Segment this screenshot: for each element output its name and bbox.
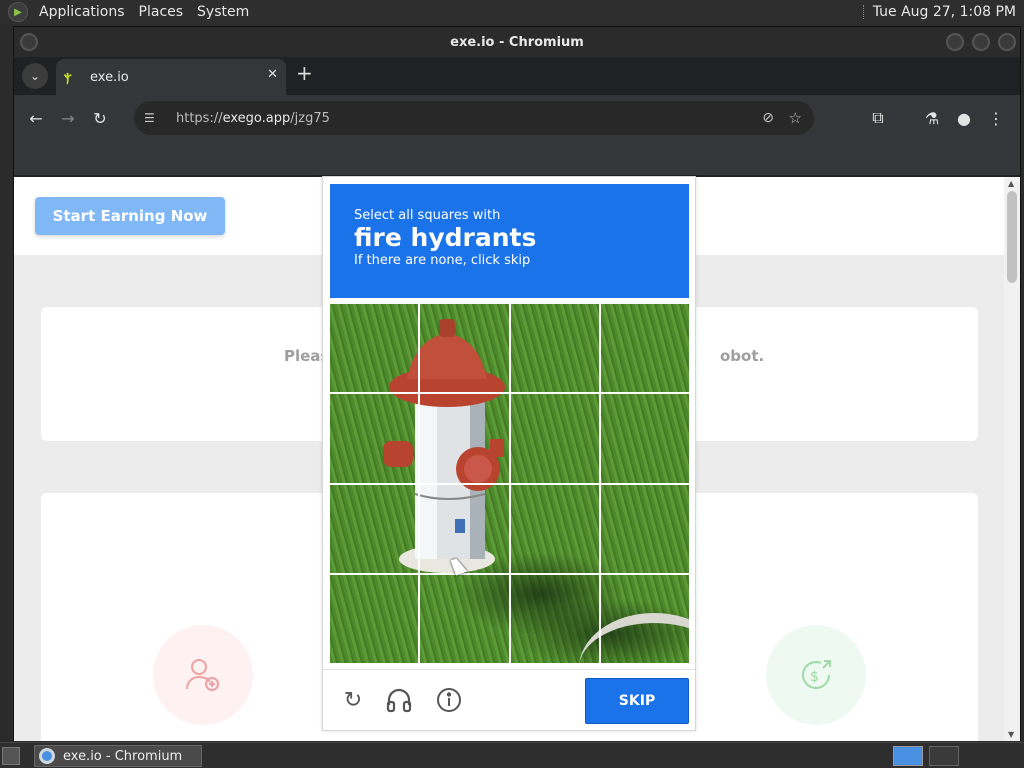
captcha-instruction: Select all squares with bbox=[354, 208, 501, 223]
scroll-down-icon[interactable]: ▼ bbox=[1008, 730, 1014, 739]
maximize-button[interactable] bbox=[972, 33, 990, 51]
tab-title: exe.io bbox=[90, 69, 129, 85]
site-info-icon[interactable]: ☰ bbox=[144, 111, 168, 125]
taskbar-item-chromium[interactable]: exe.io - Chromium bbox=[34, 745, 202, 767]
taskbar-item-label: exe.io - Chromium bbox=[63, 748, 183, 764]
captcha-footer: ↻ SKIP bbox=[323, 669, 695, 731]
grid-tile-4-1[interactable] bbox=[330, 573, 420, 663]
grid-tile-4-3[interactable] bbox=[509, 573, 600, 663]
grid-tile-3-2[interactable] bbox=[419, 483, 510, 574]
scroll-up-icon[interactable]: ▲ bbox=[1008, 179, 1014, 188]
workspace-2[interactable] bbox=[929, 746, 959, 766]
new-tab-button[interactable]: + bbox=[296, 61, 313, 85]
bottom-taskbar: exe.io - Chromium bbox=[0, 742, 1024, 768]
distro-logo-icon[interactable]: ▶ bbox=[8, 2, 28, 22]
grid-tile-3-3[interactable] bbox=[509, 483, 600, 574]
applications-menu[interactable]: Applications bbox=[32, 4, 132, 20]
tab-exe-io[interactable]: ⲯ exe.io ✕ bbox=[56, 59, 286, 95]
clock[interactable]: Tue Aug 27, 1:08 PM bbox=[873, 4, 1016, 20]
forward-button[interactable]: → bbox=[52, 102, 84, 134]
toolbar-right-icons: ⧉ ⚗ ● ⋮ bbox=[862, 102, 1012, 134]
profile-avatar-icon[interactable]: ● bbox=[948, 102, 980, 134]
url-path: /jzg75 bbox=[290, 110, 330, 126]
window-titlebar[interactable]: exe.io - Chromium bbox=[14, 27, 1020, 57]
notice-text-right: obot. bbox=[720, 347, 765, 365]
info-icon[interactable] bbox=[435, 686, 463, 714]
grid-tile-3-1[interactable] bbox=[330, 483, 420, 574]
close-window-button[interactable] bbox=[998, 33, 1016, 51]
window-menu-icon[interactable] bbox=[20, 33, 38, 51]
grid-tile-2-2[interactable] bbox=[419, 393, 510, 484]
browser-toolbar: ← → ↻ ☰ https://exego.app/jzg75 ⊘ ☆ ⧉ ⚗ … bbox=[14, 95, 1020, 141]
grid-tile-2-3[interactable] bbox=[509, 393, 600, 484]
system-menu[interactable]: System bbox=[190, 4, 256, 20]
panel-separator bbox=[862, 5, 865, 19]
labs-flask-icon[interactable]: ⚗ bbox=[916, 102, 948, 134]
reload-icon[interactable]: ↻ bbox=[339, 686, 367, 714]
add-user-icon bbox=[153, 625, 253, 725]
audio-headphones-icon[interactable] bbox=[385, 686, 413, 714]
chromium-icon bbox=[39, 748, 55, 764]
address-bar[interactable]: ☰ https://exego.app/jzg75 ⊘ ☆ bbox=[134, 101, 814, 135]
scrollbar-thumb[interactable] bbox=[1007, 191, 1017, 283]
reload-button[interactable]: ↻ bbox=[84, 102, 116, 134]
captcha-image-grid bbox=[330, 304, 689, 663]
grid-tile-3-4[interactable] bbox=[599, 483, 689, 574]
grid-tile-4-4[interactable] bbox=[599, 573, 689, 663]
money-return-icon: $ bbox=[766, 625, 866, 725]
grid-tile-1-1[interactable] bbox=[330, 304, 420, 394]
page-scrollbar[interactable]: ▲ ▼ bbox=[1004, 177, 1020, 741]
captcha-target: fire hydrants bbox=[354, 223, 537, 252]
minimize-button[interactable] bbox=[946, 33, 964, 51]
site-favicon-icon: ⲯ bbox=[64, 69, 72, 85]
tab-strip: ⌄ ⲯ exe.io ✕ + bbox=[14, 57, 1020, 95]
captcha-challenge: Select all squares with fire hydrants If… bbox=[322, 176, 696, 731]
close-tab-icon[interactable]: ✕ bbox=[267, 67, 278, 82]
grid-tile-1-4[interactable] bbox=[599, 304, 689, 394]
top-panel: ▶ Applications Places System Tue Aug 27,… bbox=[0, 0, 1024, 24]
grid-tile-1-2[interactable] bbox=[419, 304, 510, 394]
places-menu[interactable]: Places bbox=[132, 4, 191, 20]
tab-search-button[interactable]: ⌄ bbox=[22, 63, 48, 89]
workspace-1[interactable] bbox=[893, 746, 923, 766]
grid-tile-2-4[interactable] bbox=[599, 393, 689, 484]
captcha-header: Select all squares with fire hydrants If… bbox=[330, 184, 689, 298]
svg-text:$: $ bbox=[810, 669, 819, 685]
captcha-hint: If there are none, click skip bbox=[354, 253, 531, 268]
back-button[interactable]: ← bbox=[20, 102, 52, 134]
url-host: exego.app bbox=[222, 110, 291, 126]
url-scheme: https:// bbox=[176, 110, 223, 126]
grid-tile-4-2[interactable] bbox=[419, 573, 510, 663]
show-desktop-icon[interactable] bbox=[2, 747, 20, 765]
skip-button[interactable]: SKIP bbox=[585, 678, 689, 724]
bookmarks-bar bbox=[14, 141, 1020, 175]
grid-tile-1-3[interactable] bbox=[509, 304, 600, 394]
start-earning-button[interactable]: Start Earning Now bbox=[35, 197, 225, 235]
grid-tile-2-1[interactable] bbox=[330, 393, 420, 484]
tracking-protection-eye-icon[interactable]: ⊘ bbox=[762, 110, 774, 126]
browser-menu-icon[interactable]: ⋮ bbox=[980, 102, 1012, 134]
window-title: exe.io - Chromium bbox=[450, 34, 584, 50]
bookmark-star-icon[interactable]: ☆ bbox=[789, 109, 802, 127]
extensions-puzzle-icon[interactable]: ⧉ bbox=[862, 102, 894, 134]
